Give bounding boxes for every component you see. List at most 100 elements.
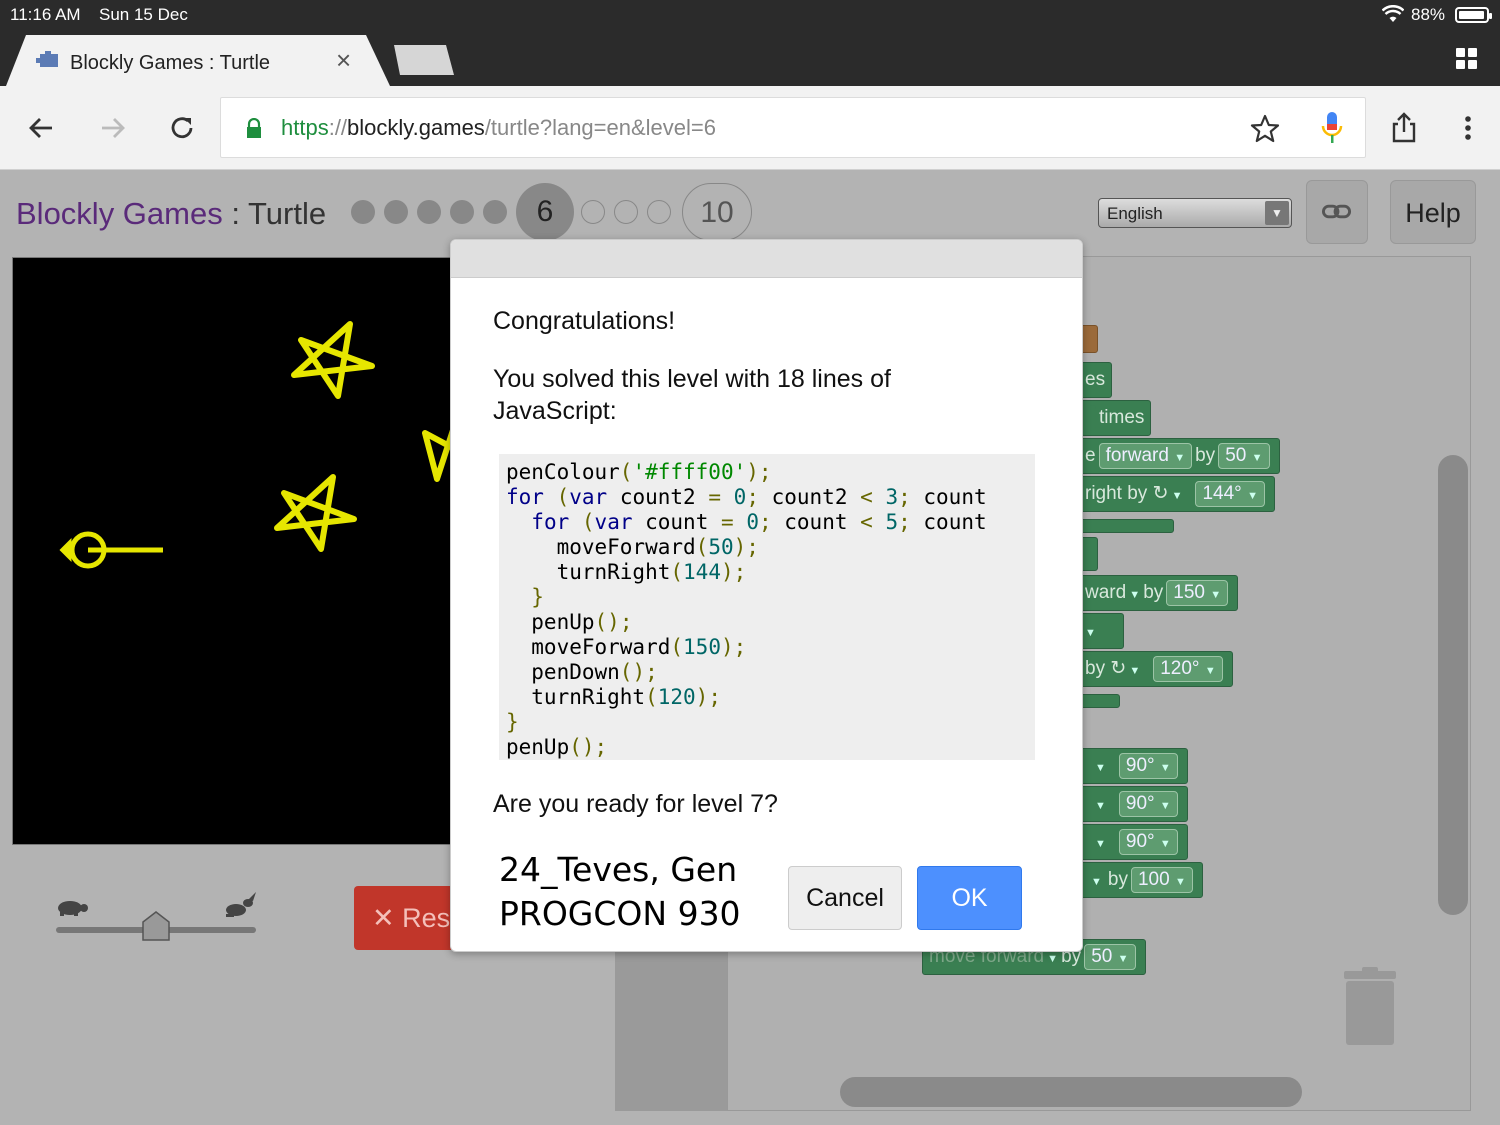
horizontal-scrollbar[interactable] (840, 1077, 1302, 1107)
code-line: } (531, 585, 544, 609)
code-line: for (var count2 = 0; count2 < 3; count (506, 485, 987, 509)
game-name: Turtle (248, 196, 327, 231)
vertical-scrollbar[interactable] (1438, 455, 1468, 915)
page-title: Blockly Games : Turtle (16, 196, 326, 232)
blockly-turtle-page: Blockly Games : Turtle 6 10 English ▼ He… (0, 170, 1500, 1125)
tab-strip: Blockly Games : Turtle × (0, 30, 1500, 86)
current-level-indicator[interactable]: 6 (516, 183, 574, 241)
turtle-sprite (59, 531, 163, 569)
help-button[interactable]: Help (1390, 180, 1476, 244)
code-line: penUp(); (506, 610, 633, 634)
last-level-indicator[interactable]: 10 (682, 183, 752, 241)
turtle-drawing (59, 321, 451, 569)
brand-link[interactable]: Blockly Games (16, 196, 223, 231)
move-block[interactable]: ▼ by 100 ▼ (1078, 862, 1203, 898)
turn-block[interactable]: ▼ 90° ▼ (1078, 786, 1188, 822)
angle-field[interactable]: 90° ▼ (1118, 790, 1178, 817)
bookmark-star-icon[interactable] (1249, 113, 1281, 145)
code-line: moveForward(50); (506, 535, 759, 559)
value-field[interactable]: 50 ▼ (1084, 943, 1136, 970)
congratulations-dialog: Congratulations! You solved this level w… (450, 239, 1083, 952)
move-forward-block[interactable]: e forward ▼ by 50 ▼ (1078, 438, 1280, 474)
repeat-times-block[interactable]: times (1078, 400, 1152, 436)
move-forward-block[interactable]: ward ▼ by 150 ▼ (1078, 575, 1239, 611)
url-host: blockly.games (347, 115, 485, 140)
level-dot-2[interactable] (384, 200, 408, 224)
link-button[interactable] (1306, 180, 1368, 244)
status-date: Sun 15 Dec (99, 5, 188, 24)
dialog-message: You solved this level with 18 lines of J… (493, 365, 891, 425)
more-menu-icon[interactable] (1450, 110, 1486, 146)
battery-icon (1455, 7, 1492, 23)
block-end-bar (1078, 694, 1120, 708)
overlay-name-text: 24_Teves, Gen PROGCON 930 (499, 848, 741, 936)
reload-icon[interactable] (164, 110, 200, 146)
forward-arrow-icon[interactable] (94, 110, 130, 146)
slider-knob (142, 911, 170, 941)
block-end-bar (1078, 519, 1174, 533)
wifi-icon (1382, 5, 1404, 22)
code-line: turnRight(120); (506, 685, 721, 709)
level-dot-7[interactable] (581, 200, 605, 224)
url-scheme: https (281, 115, 329, 140)
name-line-2: PROGCON 930 (499, 894, 741, 933)
value-field[interactable]: 150 ▼ (1166, 579, 1229, 606)
ios-status-bar: 11:16 AM Sun 15 Dec 88% (0, 0, 1500, 30)
javascript-code: penColour('#ffff00'); for (var count2 = … (506, 460, 1035, 760)
cancel-button[interactable]: Cancel (788, 866, 902, 930)
share-icon[interactable] (1386, 110, 1422, 146)
angle-field[interactable]: 90° ▼ (1118, 828, 1178, 855)
code-block: penColour('#ffff00'); for (var count2 = … (499, 454, 1035, 760)
value-field[interactable]: 50 ▼ (1218, 442, 1270, 469)
ok-button[interactable]: OK (917, 866, 1022, 930)
puzzle-favicon-icon (36, 51, 58, 67)
level-dot-4[interactable] (450, 200, 474, 224)
new-tab-button[interactable] (394, 45, 454, 75)
code-line: penDown(); (506, 660, 658, 684)
browser-toolbar: https://blockly.games/turtle?lang=en&lev… (0, 86, 1500, 170)
trash-can-icon[interactable] (1342, 967, 1398, 1047)
turn-right-block[interactable]: right by ↻ ▼ 144° ▼ (1078, 476, 1275, 512)
address-bar[interactable]: https://blockly.games/turtle?lang=en&lev… (220, 97, 1366, 158)
language-select[interactable]: English ▼ (1098, 198, 1292, 228)
turn-right-block[interactable]: by ↻ ▼ 120° ▼ (1078, 651, 1233, 687)
code-line: for (var count = 0; count < 5; count (531, 510, 987, 534)
url-separator: :// (328, 115, 348, 140)
lock-icon (247, 118, 261, 138)
speed-slider[interactable] (50, 890, 270, 950)
star-shape-2 (274, 474, 357, 552)
level-dot-1[interactable] (351, 200, 375, 224)
turtle-canvas (12, 257, 452, 845)
status-time: 11:16 AM (10, 5, 81, 24)
browser-tab-active[interactable]: Blockly Games : Turtle × (6, 35, 390, 86)
tab-switcher-icon[interactable] (1456, 48, 1477, 69)
star-shape-3 (422, 427, 451, 482)
level-dot-3[interactable] (417, 200, 441, 224)
angle-field[interactable]: 120° ▼ (1153, 655, 1223, 682)
dialog-heading: Congratulations! (493, 307, 676, 335)
turn-block[interactable]: ▼ 90° ▼ (1078, 748, 1188, 784)
pen-block[interactable]: ▼ (1078, 613, 1124, 649)
rabbit-fast-icon (226, 892, 256, 917)
level-dot-9[interactable] (647, 200, 671, 224)
code-line: } (506, 710, 519, 734)
dialog-question: Are you ready for level 7? (493, 790, 778, 818)
reset-button[interactable]: ✕ Res (354, 886, 454, 950)
workspace-block[interactable]: es (1078, 362, 1113, 398)
title-separator: : (222, 196, 249, 231)
voice-search-mic-icon[interactable] (1321, 111, 1343, 145)
code-line: penColour('#ffff00'); (506, 460, 772, 484)
value-field[interactable]: 100 ▼ (1130, 866, 1193, 893)
turn-block[interactable]: ▼ 90° ▼ (1078, 824, 1188, 860)
back-arrow-icon[interactable] (24, 110, 60, 146)
direction-dropdown[interactable]: forward ▼ (1098, 442, 1193, 469)
reset-label: Res (402, 903, 451, 933)
close-tab-icon[interactable]: × (336, 47, 351, 73)
link-icon (1322, 204, 1352, 219)
angle-field[interactable]: 144° ▼ (1195, 480, 1265, 507)
level-dot-5[interactable] (483, 200, 507, 224)
angle-field[interactable]: 90° ▼ (1118, 752, 1178, 779)
close-x-icon: ✕ (372, 903, 403, 933)
battery-percent: 88% (1411, 5, 1446, 24)
level-dot-8[interactable] (614, 200, 638, 224)
